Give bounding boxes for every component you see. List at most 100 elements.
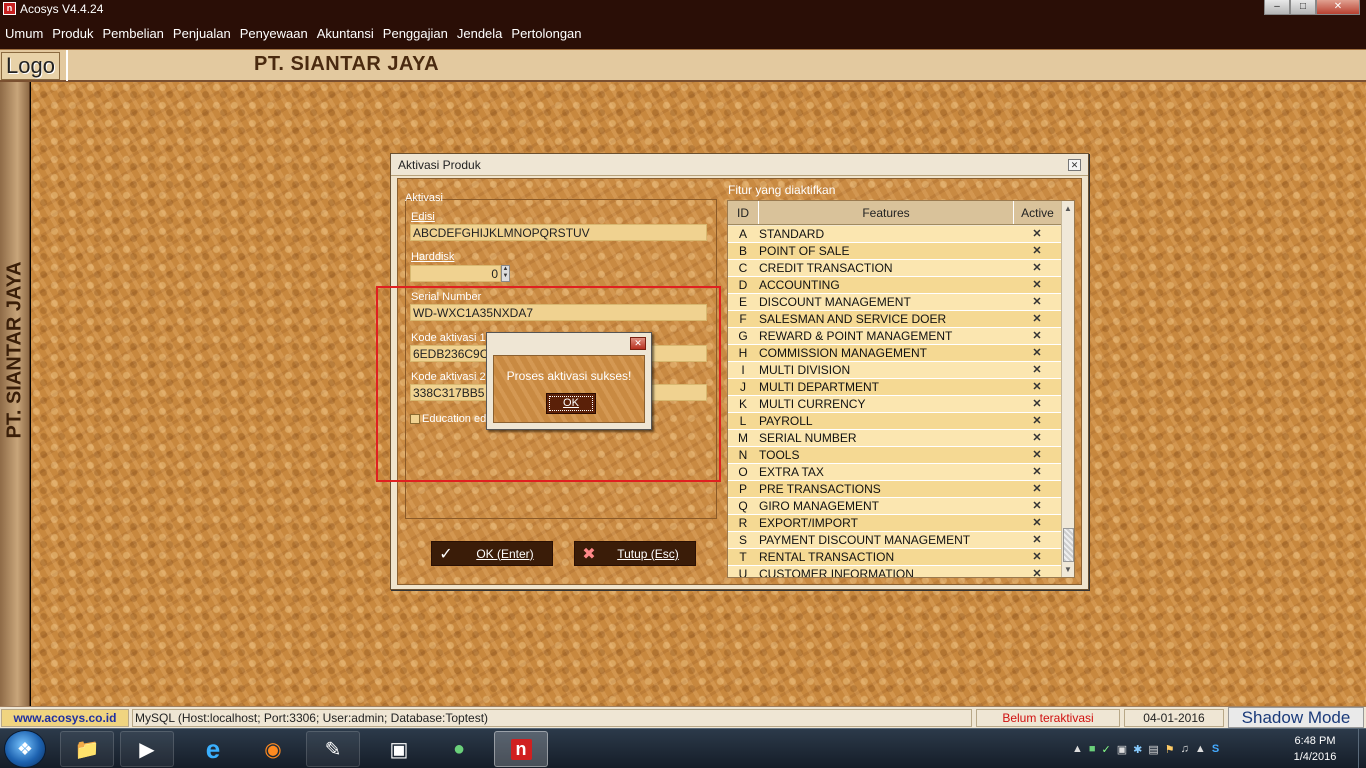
table-row[interactable]: B POINT OF SALE ✕ xyxy=(728,243,1061,260)
scroll-thumb[interactable] xyxy=(1063,528,1074,562)
table-row[interactable]: S PAYMENT DISCOUNT MANAGEMENT ✕ xyxy=(728,532,1061,549)
explorer-icon[interactable]: 📁 xyxy=(60,731,114,767)
table-row[interactable]: E DISCOUNT MANAGEMENT ✕ xyxy=(728,294,1061,311)
maximize-icon[interactable]: □ xyxy=(1290,0,1316,15)
website-link[interactable]: www.acosys.co.id xyxy=(1,709,129,727)
harddisk-stepper[interactable]: 0 xyxy=(410,265,501,282)
tray-signal-icon[interactable]: ▲ xyxy=(1195,743,1206,755)
edisi-label: Edisi xyxy=(411,211,435,223)
column-features-header[interactable]: Features xyxy=(758,201,1013,224)
feature-active-icon[interactable]: ✕ xyxy=(1013,311,1061,327)
tray-network-icon[interactable]: ■ xyxy=(1089,743,1096,755)
table-row[interactable]: N TOOLS ✕ xyxy=(728,447,1061,464)
tray-bluetooth-icon[interactable]: ✱ xyxy=(1133,743,1142,756)
firefox-icon[interactable]: ◉ xyxy=(246,731,300,767)
start-button-icon[interactable]: ❖ xyxy=(4,730,46,768)
feature-active-icon[interactable]: ✕ xyxy=(1013,515,1061,531)
media-player-icon[interactable]: ▶ xyxy=(120,731,174,767)
feature-active-icon[interactable]: ✕ xyxy=(1013,345,1061,361)
table-row[interactable]: T RENTAL TRANSACTION ✕ xyxy=(728,549,1061,566)
tray-monitor-icon[interactable]: ▣ xyxy=(1117,743,1127,756)
table-row[interactable]: D ACCOUNTING ✕ xyxy=(728,277,1061,294)
menu-umum[interactable]: Umum xyxy=(5,26,43,41)
menu-penyewaan[interactable]: Penyewaan xyxy=(240,26,308,41)
remote-desktop-icon[interactable]: ▣ xyxy=(372,731,426,767)
scroll-down-icon[interactable]: ▼ xyxy=(1064,565,1072,574)
tray-expand-icon[interactable]: ▲ xyxy=(1072,743,1083,755)
globe-icon[interactable]: ● xyxy=(432,731,486,767)
menu-jendela[interactable]: Jendela xyxy=(457,26,503,41)
table-row[interactable]: A STANDARD ✕ xyxy=(728,226,1061,243)
feature-id: N xyxy=(738,448,748,462)
feature-name: POINT OF SALE xyxy=(759,244,850,258)
edisi-field[interactable]: ABCDEFGHIJKLMNOPQRSTUV xyxy=(410,224,707,241)
feature-active-icon[interactable]: ✕ xyxy=(1013,277,1061,293)
acosys-taskbar-icon[interactable]: n xyxy=(494,731,548,767)
feature-active-icon[interactable]: ✕ xyxy=(1013,243,1061,259)
table-row[interactable]: I MULTI DIVISION ✕ xyxy=(728,362,1061,379)
features-table[interactable]: ID Features Active A STANDARD ✕ B POINT OF S… xyxy=(727,200,1075,578)
feature-name: PAYROLL xyxy=(759,414,813,428)
feature-active-icon[interactable]: ✕ xyxy=(1013,447,1061,463)
shadow-mode-button[interactable]: Shadow Mode xyxy=(1228,707,1364,728)
internet-explorer-icon[interactable]: e xyxy=(186,731,240,767)
feature-active-icon[interactable]: ✕ xyxy=(1013,396,1061,412)
message-ok-button[interactable]: OK xyxy=(546,393,596,414)
notes-icon[interactable]: ✎ xyxy=(306,731,360,767)
dialog-close-icon[interactable]: ✕ xyxy=(1068,159,1081,171)
table-row[interactable]: J MULTI DEPARTMENT ✕ xyxy=(728,379,1061,396)
feature-active-icon[interactable]: ✕ xyxy=(1013,379,1061,395)
table-row[interactable]: K MULTI CURRENCY ✕ xyxy=(728,396,1061,413)
feature-active-icon[interactable]: ✕ xyxy=(1013,362,1061,378)
feature-active-icon[interactable]: ✕ xyxy=(1013,294,1061,310)
spinner-arrows-icon[interactable]: ▲ ▼ xyxy=(501,265,510,282)
table-row[interactable]: Q GIRO MANAGEMENT ✕ xyxy=(728,498,1061,515)
feature-active-icon[interactable]: ✕ xyxy=(1013,549,1061,565)
side-company-name: PT. SIANTAR JAYA xyxy=(3,261,26,439)
tray-device-icon[interactable]: ▤ xyxy=(1148,743,1158,756)
table-row[interactable]: G REWARD & POINT MANAGEMENT ✕ xyxy=(728,328,1061,345)
menu-pembelian[interactable]: Pembelian xyxy=(102,26,163,41)
features-scrollbar[interactable]: ▲ ▼ xyxy=(1061,201,1074,577)
menu-pertolongan[interactable]: Pertolongan xyxy=(511,26,581,41)
feature-active-icon[interactable]: ✕ xyxy=(1013,226,1061,242)
taskbar-clock[interactable]: 6:48 PM 1/4/2016 xyxy=(1272,733,1358,765)
table-row[interactable]: H COMMISSION MANAGEMENT ✕ xyxy=(728,345,1061,362)
feature-name: MULTI DIVISION xyxy=(759,363,851,377)
message-close-icon[interactable]: ✕ xyxy=(630,337,646,350)
feature-active-icon[interactable]: ✕ xyxy=(1013,464,1061,480)
feature-active-icon[interactable]: ✕ xyxy=(1013,498,1061,514)
minimize-icon[interactable]: – xyxy=(1264,0,1290,15)
tray-flag-icon[interactable]: ⚑ xyxy=(1165,743,1175,756)
tray-volume-icon[interactable]: ♫ xyxy=(1181,743,1189,755)
tutup-esc-button[interactable]: ✖ Tutup (Esc) xyxy=(574,541,696,566)
column-active-header[interactable]: Active xyxy=(1013,201,1061,224)
feature-active-icon[interactable]: ✕ xyxy=(1013,566,1061,577)
table-row[interactable]: C CREDIT TRANSACTION ✕ xyxy=(728,260,1061,277)
feature-active-icon[interactable]: ✕ xyxy=(1013,413,1061,429)
column-id-header[interactable]: ID xyxy=(728,201,758,224)
table-row[interactable]: M SERIAL NUMBER ✕ xyxy=(728,430,1061,447)
table-row[interactable]: P PRE TRANSACTIONS ✕ xyxy=(728,481,1061,498)
feature-active-icon[interactable]: ✕ xyxy=(1013,260,1061,276)
feature-active-icon[interactable]: ✕ xyxy=(1013,481,1061,497)
table-row[interactable]: O EXTRA TAX ✕ xyxy=(728,464,1061,481)
close-icon[interactable]: ✕ xyxy=(1316,0,1360,15)
menu-penjualan[interactable]: Penjualan xyxy=(173,26,231,41)
table-row[interactable]: F SALESMAN AND SERVICE DOER ✕ xyxy=(728,311,1061,328)
app-icon[interactable]: n xyxy=(3,2,16,15)
feature-active-icon[interactable]: ✕ xyxy=(1013,328,1061,344)
feature-active-icon[interactable]: ✕ xyxy=(1013,430,1061,446)
table-row[interactable]: R EXPORT/IMPORT ✕ xyxy=(728,515,1061,532)
table-row[interactable]: L PAYROLL ✕ xyxy=(728,413,1061,430)
table-row[interactable]: U CUSTOMER INFORMATION ✕ xyxy=(728,566,1061,577)
tray-check-icon[interactable]: ✓ xyxy=(1102,743,1111,756)
tray-skype-icon[interactable]: S xyxy=(1212,743,1219,755)
ok-enter-button[interactable]: ✓ OK (Enter) xyxy=(431,541,553,566)
show-desktop-button[interactable] xyxy=(1358,729,1366,768)
menu-akuntansi[interactable]: Akuntansi xyxy=(317,26,374,41)
scroll-up-icon[interactable]: ▲ xyxy=(1064,204,1072,213)
menu-produk[interactable]: Produk xyxy=(52,26,93,41)
feature-active-icon[interactable]: ✕ xyxy=(1013,532,1061,548)
menu-penggajian[interactable]: Penggajian xyxy=(383,26,448,41)
